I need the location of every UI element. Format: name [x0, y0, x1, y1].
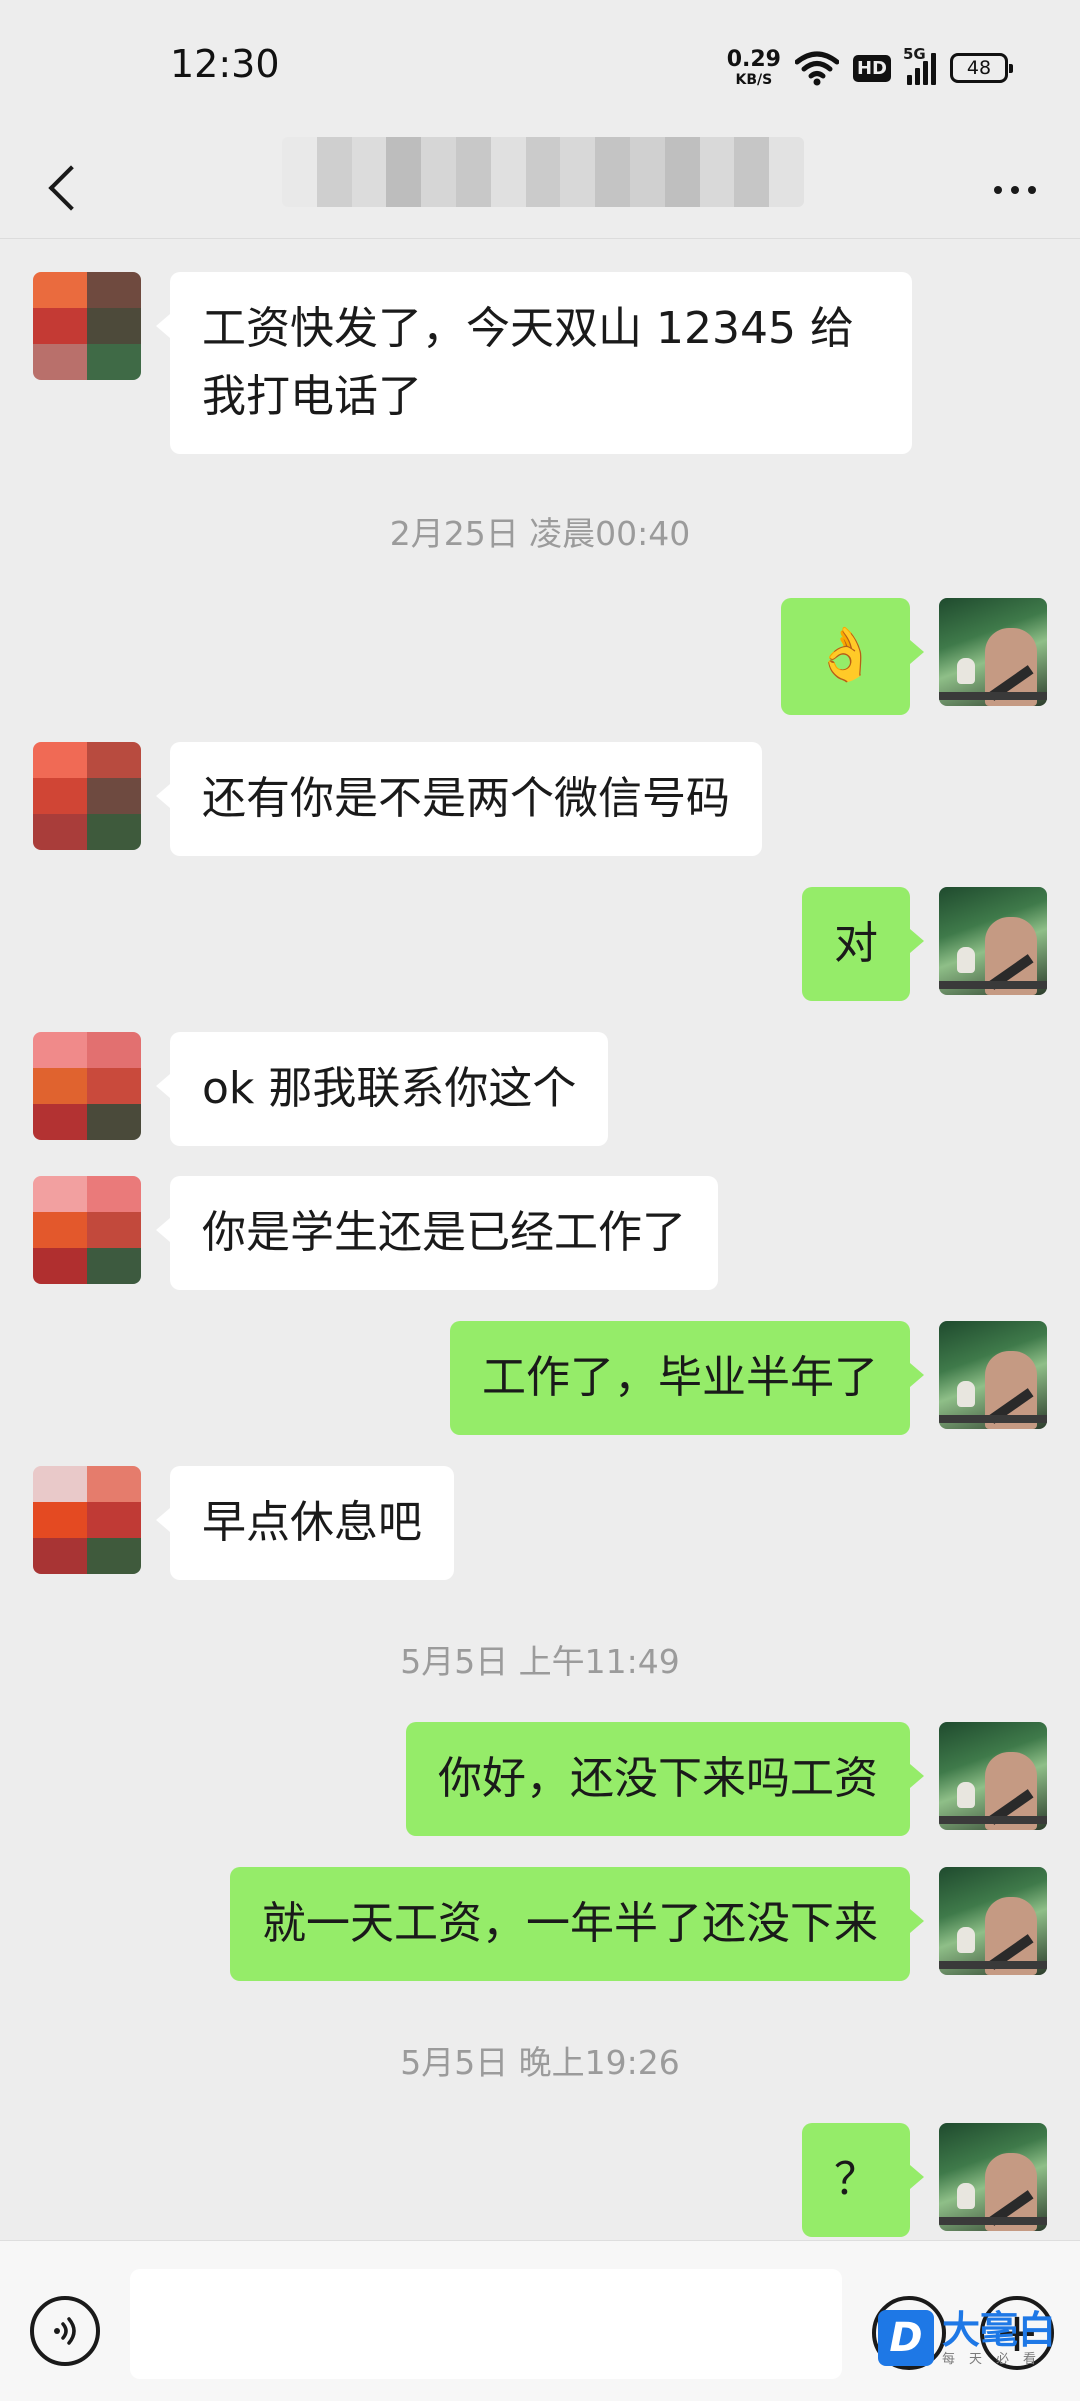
message-input[interactable]	[130, 2269, 842, 2379]
status-bar: 12:30 0.29 KB/S HD 5G 48	[0, 0, 1080, 135]
message-bubble[interactable]: 你是学生还是已经工作了	[156, 1176, 718, 1290]
message-bubble[interactable]: 工资快发了，今天双山 12345 给我打电话了	[156, 272, 912, 454]
chevron-left-icon	[48, 165, 94, 211]
net-speed-value: 0.29	[726, 47, 781, 72]
net-speed: 0.29 KB/S	[726, 47, 781, 88]
message-bubble[interactable]: 就一天工资，一年半了还没下来	[230, 1867, 924, 1981]
net-speed-unit: KB/S	[735, 72, 773, 88]
more-dot	[994, 186, 1002, 194]
my-avatar[interactable]	[939, 1722, 1047, 1830]
message-bubble[interactable]: ok 那我联系你这个	[155, 1032, 609, 1146]
my-avatar[interactable]	[939, 598, 1047, 706]
voice-button[interactable]	[30, 2296, 100, 2366]
watermark: D 大毫白 每天必看	[878, 2310, 1056, 2366]
watermark-sub: 每天必看	[942, 2351, 1051, 2367]
contact-avatar[interactable]	[33, 1032, 141, 1140]
battery-level: 48	[966, 57, 992, 79]
wifi-icon	[794, 51, 839, 86]
message-bubble[interactable]: 工作了，毕业半年了	[450, 1321, 924, 1435]
watermark-main: 大毫白	[942, 2307, 1057, 2352]
back-button[interactable]	[30, 153, 100, 223]
voice-icon	[54, 2317, 76, 2345]
message-bubble[interactable]: 👌	[781, 598, 924, 715]
contact-avatar[interactable]	[33, 1176, 141, 1284]
timestamp: 5月5日 上午11:49	[400, 1642, 680, 1681]
more-dot	[1011, 186, 1019, 194]
watermark-text: 大毫白 每天必看	[942, 2311, 1056, 2366]
signal-icon: 5G	[903, 45, 936, 85]
my-avatar[interactable]	[939, 887, 1047, 995]
message-bubble[interactable]: 还有你是不是两个微信号码	[156, 742, 762, 856]
hd-badge: HD	[852, 54, 891, 82]
contact-avatar[interactable]	[33, 1466, 141, 1574]
message-bubble[interactable]: 早点休息吧	[156, 1466, 454, 1580]
message-bubble[interactable]: 对	[802, 887, 924, 1001]
chat-header	[0, 135, 1080, 239]
timestamp: 2月25日 凌晨00:40	[389, 514, 691, 553]
chat-area[interactable]: 工资快发了，今天双山 12345 给我打电话了 2月25日 凌晨00:40 👌 …	[0, 239, 1080, 2238]
message-bubble[interactable]: ？	[802, 2123, 924, 2237]
signal-label: 5G	[903, 45, 926, 63]
my-avatar[interactable]	[939, 2123, 1047, 2231]
battery-icon: 48	[950, 53, 1013, 83]
status-icons: 0.29 KB/S HD 5G 48	[726, 45, 1013, 90]
chat-title-blurred	[282, 137, 804, 207]
status-time: 12:30	[170, 42, 280, 86]
more-button[interactable]	[980, 155, 1050, 225]
contact-avatar[interactable]	[33, 272, 141, 380]
message-bubble[interactable]: 你好，还没下来吗工资	[406, 1722, 924, 1836]
watermark-logo: D	[878, 2310, 934, 2366]
ok-hand-icon: 👌	[813, 625, 878, 685]
my-avatar[interactable]	[939, 1321, 1047, 1429]
timestamp: 5月5日 晚上19:26	[400, 2043, 680, 2082]
more-dot	[1028, 186, 1036, 194]
my-avatar[interactable]	[939, 1867, 1047, 1975]
contact-avatar[interactable]	[33, 742, 141, 850]
